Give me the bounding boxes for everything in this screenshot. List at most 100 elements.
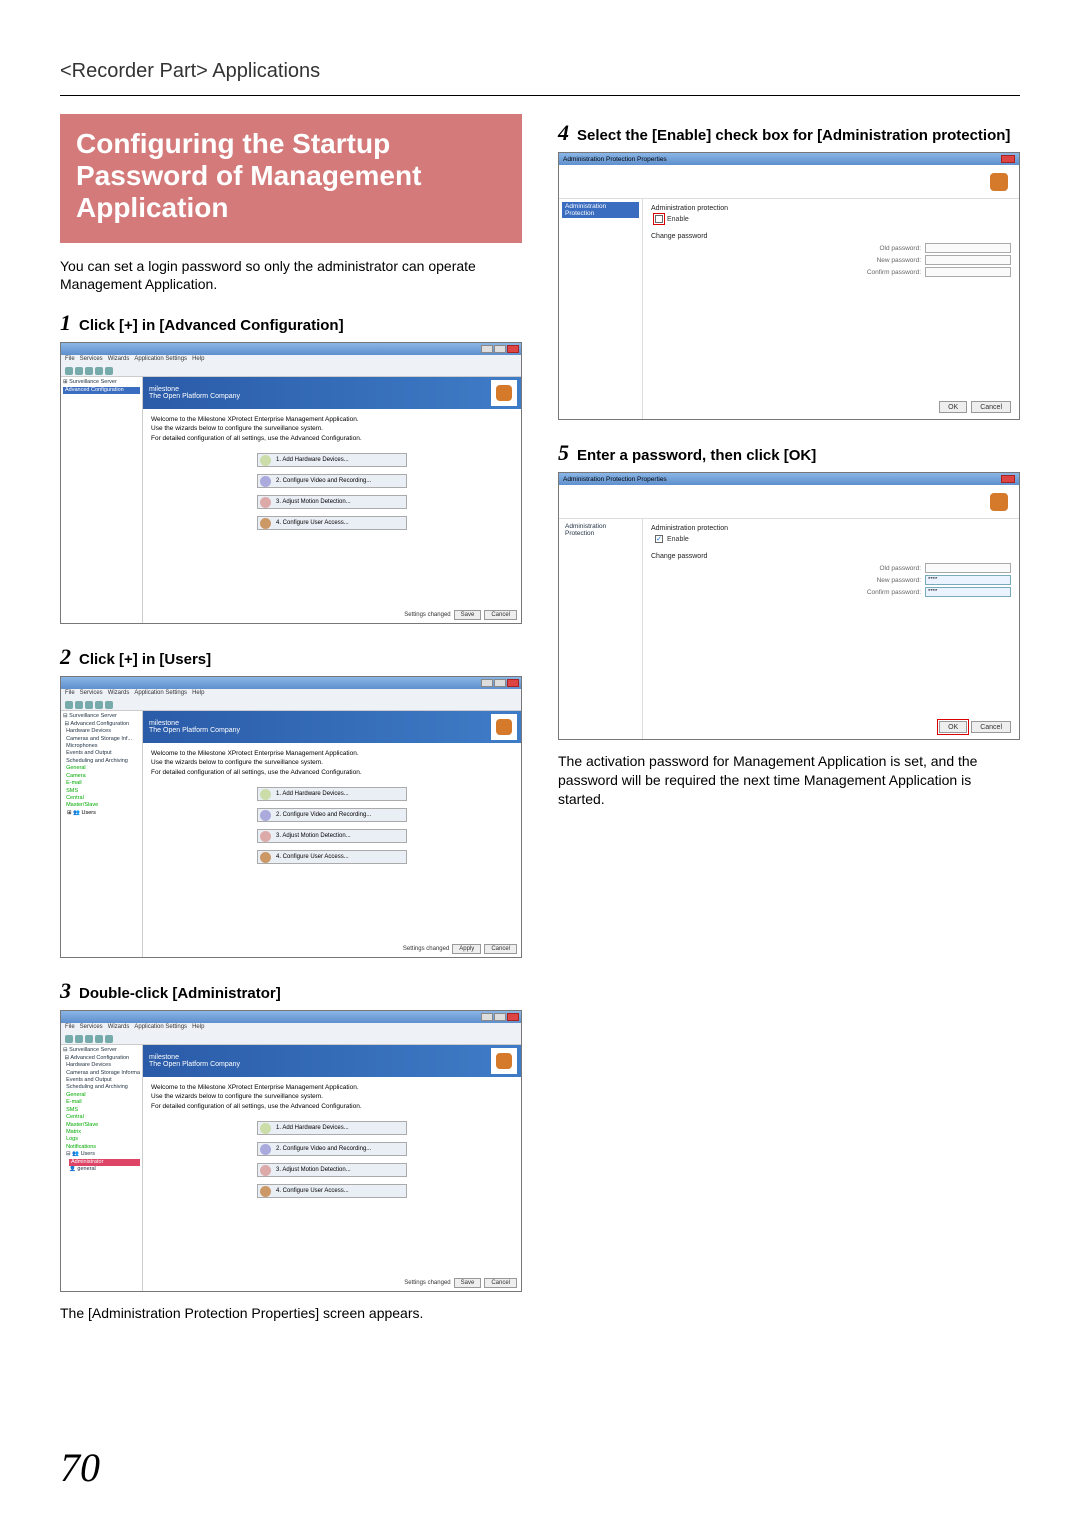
old-password-input[interactable] bbox=[925, 243, 1011, 253]
banner-brand: milestone bbox=[149, 1054, 515, 1061]
new-password-input[interactable] bbox=[925, 575, 1011, 585]
menu-item[interactable]: Wizards bbox=[108, 1024, 130, 1032]
menu-item[interactable]: Wizards bbox=[108, 690, 130, 698]
menu-item[interactable]: Services bbox=[80, 1024, 103, 1032]
old-password-label: Old password: bbox=[879, 565, 921, 572]
ok-button[interactable]: OK bbox=[939, 401, 967, 413]
cancel-button[interactable]: Cancel bbox=[484, 610, 517, 620]
wizard-add-hardware-button[interactable]: 1. Add Hardware Devices... bbox=[257, 453, 407, 467]
sidebar-admin-protection-node[interactable]: Administration Protection bbox=[562, 202, 639, 218]
page-number: 70 bbox=[60, 1444, 100, 1491]
step-3-text: Double-click [Administrator] bbox=[79, 985, 281, 1003]
banner-brand: milestone bbox=[149, 386, 515, 393]
banner-tag: The Open Platform Company bbox=[149, 727, 515, 734]
title-block: Configuring the Startup Password of Mana… bbox=[60, 114, 522, 243]
menu-item[interactable]: Services bbox=[80, 356, 103, 364]
section-admin-protection: Administration protection bbox=[651, 525, 1011, 532]
save-button[interactable]: Save bbox=[454, 1278, 482, 1288]
screenshot-step-2: File Services Wizards Application Settin… bbox=[60, 676, 522, 958]
section-change-password: Change password bbox=[651, 553, 1011, 560]
enable-checkbox[interactable] bbox=[655, 215, 663, 223]
banner-tag: The Open Platform Company bbox=[149, 1061, 515, 1068]
menu-item[interactable]: File bbox=[65, 356, 75, 364]
confirm-password-input[interactable] bbox=[925, 267, 1011, 277]
new-password-input[interactable] bbox=[925, 255, 1011, 265]
dialog-step-4: Administration Protection Properties Adm… bbox=[558, 152, 1020, 420]
welcome-subtext: Use the wizards below to configure the s… bbox=[151, 424, 513, 433]
wizard-configure-video-button[interactable]: 2. Configure Video and Recording... bbox=[257, 474, 407, 488]
menu-item[interactable]: Help bbox=[192, 690, 204, 698]
wizard-configure-video-button[interactable]: 2. Configure Video and Recording... bbox=[257, 1142, 407, 1156]
section-admin-protection: Administration protection bbox=[651, 205, 1011, 212]
menu-item[interactable]: Wizards bbox=[108, 356, 130, 364]
wizard-add-hardware-button[interactable]: 1. Add Hardware Devices... bbox=[257, 787, 407, 801]
logo-icon bbox=[491, 1048, 517, 1074]
old-password-input[interactable] bbox=[925, 563, 1011, 573]
cancel-button[interactable]: Cancel bbox=[971, 401, 1011, 413]
footer-status: Settings changed bbox=[404, 612, 450, 618]
save-button[interactable]: Save bbox=[454, 610, 482, 620]
old-password-label: Old password: bbox=[879, 245, 921, 252]
step-4-num: 4 bbox=[558, 120, 569, 146]
wizard-motion-detection-button[interactable]: 3. Adjust Motion Detection... bbox=[257, 829, 407, 843]
nav-tree[interactable]: ⊞ Surveillance Server Advanced Configura… bbox=[61, 377, 143, 623]
enable-checkbox[interactable] bbox=[655, 535, 663, 543]
menu-item[interactable]: Application Settings bbox=[134, 356, 187, 364]
tree-users-node[interactable]: Users bbox=[82, 810, 96, 816]
sidebar-admin-protection-node[interactable]: Administration Protection bbox=[562, 522, 639, 538]
step-4-head: 4 Select the [Enable] check box for [Adm… bbox=[558, 120, 1020, 146]
step-5-caption: The activation password for Management A… bbox=[558, 752, 1020, 809]
menu-item[interactable]: Help bbox=[192, 1024, 204, 1032]
cancel-button[interactable]: Cancel bbox=[484, 944, 517, 954]
step-3-caption: The [Administration Protection Propertie… bbox=[60, 1304, 522, 1323]
confirm-password-input[interactable] bbox=[925, 587, 1011, 597]
tree-advanced-config-node[interactable]: Advanced Configuration bbox=[63, 387, 140, 394]
logo-icon bbox=[491, 380, 517, 406]
ok-button[interactable]: OK bbox=[939, 721, 967, 733]
close-icon[interactable] bbox=[1001, 475, 1015, 483]
step-3-head: 3 Double-click [Administrator] bbox=[60, 978, 522, 1004]
nav-tree[interactable]: ⊟ Surveillance Server ⊟ Advanced Configu… bbox=[61, 1045, 143, 1291]
dialog-step-5: Administration Protection Properties Adm… bbox=[558, 472, 1020, 740]
logo-icon bbox=[491, 714, 517, 740]
menu-item[interactable]: Help bbox=[192, 356, 204, 364]
step-3-num: 3 bbox=[60, 978, 71, 1004]
step-2-head: 2 Click [+] in [Users] bbox=[60, 644, 522, 670]
nav-tree[interactable]: ⊟ Surveillance Server ⊟ Advanced Configu… bbox=[61, 711, 143, 957]
banner-tag: The Open Platform Company bbox=[149, 393, 515, 400]
screenshot-step-3: File Services Wizards Application Settin… bbox=[60, 1010, 522, 1292]
banner-brand: milestone bbox=[149, 720, 515, 727]
welcome-text: Welcome to the Milestone XProtect Enterp… bbox=[151, 415, 513, 424]
menu-item[interactable]: Services bbox=[80, 690, 103, 698]
step-2-text: Click [+] in [Users] bbox=[79, 651, 211, 669]
page-title: Configuring the Startup Password of Mana… bbox=[76, 128, 506, 225]
wizard-configure-video-button[interactable]: 2. Configure Video and Recording... bbox=[257, 808, 407, 822]
dialog-sidebar: Administration Protection bbox=[559, 199, 643, 419]
menu-item[interactable]: File bbox=[65, 690, 75, 698]
divider bbox=[60, 95, 1020, 96]
wizard-motion-detection-button[interactable]: 3. Adjust Motion Detection... bbox=[257, 495, 407, 509]
apply-button[interactable]: Apply bbox=[452, 944, 481, 954]
menu-item[interactable]: Application Settings bbox=[134, 690, 187, 698]
wizard-user-access-button[interactable]: 4. Configure User Access... bbox=[257, 516, 407, 530]
logo-icon bbox=[985, 168, 1013, 196]
wizard-user-access-button[interactable]: 4. Configure User Access... bbox=[257, 1184, 407, 1198]
step-1-head: 1 Click [+] in [Advanced Configuration] bbox=[60, 310, 522, 336]
cancel-button[interactable]: Cancel bbox=[971, 721, 1011, 733]
step-4-text: Select the [Enable] check box for [Admin… bbox=[577, 127, 1010, 145]
menu-item[interactable]: Application Settings bbox=[134, 1024, 187, 1032]
wizard-motion-detection-button[interactable]: 3. Adjust Motion Detection... bbox=[257, 1163, 407, 1177]
welcome-subtext2: For detailed configuration of all settin… bbox=[151, 768, 513, 777]
intro-text: You can set a login password so only the… bbox=[60, 257, 522, 295]
step-5-num: 5 bbox=[558, 440, 569, 466]
step-5-text: Enter a password, then click [OK] bbox=[577, 447, 816, 465]
dialog-title: Administration Protection Properties bbox=[563, 156, 667, 163]
close-icon[interactable] bbox=[1001, 155, 1015, 163]
cancel-button[interactable]: Cancel bbox=[484, 1278, 517, 1288]
tree-administrator-node[interactable]: Administrator bbox=[69, 1159, 140, 1166]
menu-item[interactable]: File bbox=[65, 1024, 75, 1032]
dialog-sidebar: Administration Protection bbox=[559, 519, 643, 739]
welcome-subtext2: For detailed configuration of all settin… bbox=[151, 434, 513, 443]
wizard-add-hardware-button[interactable]: 1. Add Hardware Devices... bbox=[257, 1121, 407, 1135]
wizard-user-access-button[interactable]: 4. Configure User Access... bbox=[257, 850, 407, 864]
